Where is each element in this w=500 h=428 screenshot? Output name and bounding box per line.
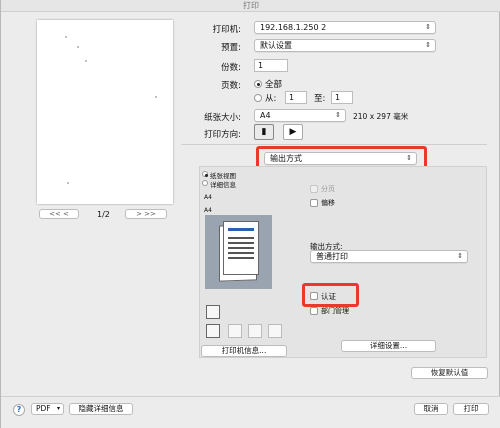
- print-button[interactable]: 打印: [453, 403, 489, 415]
- prev-page-button[interactable]: << <: [39, 209, 79, 219]
- help-icon[interactable]: ?: [13, 404, 25, 416]
- next-page-button[interactable]: > >>: [125, 209, 167, 219]
- paper-size-label: 纸张大小:: [204, 113, 241, 123]
- page-preview: [37, 20, 173, 204]
- chevron-updown-icon: ⇕: [425, 41, 431, 49]
- pages-from-input[interactable]: 1: [285, 91, 307, 104]
- details-view-radio[interactable]: [202, 180, 208, 186]
- paper-view-radio[interactable]: [202, 171, 208, 177]
- preview-mark: [65, 36, 67, 38]
- badge-icon: [268, 324, 282, 338]
- hide-details-button[interactable]: 隐藏详细信息: [69, 403, 133, 415]
- copies-label: 份数:: [221, 63, 241, 73]
- paper-size-value: A4: [260, 111, 271, 120]
- collate-checkbox[interactable]: [310, 185, 318, 193]
- chevron-updown-icon: ⇕: [335, 111, 341, 119]
- offset-label: 偏移: [321, 199, 335, 207]
- paper-size-select[interactable]: A4 ⇕: [254, 109, 346, 122]
- pages-from-label: 从:: [265, 94, 277, 104]
- preset-value: 默认设置: [260, 41, 292, 50]
- thumb-label-a4-sub: A4: [204, 207, 212, 214]
- preview-mark: [77, 46, 79, 48]
- pdf-menu-button[interactable]: PDF ▾: [31, 403, 64, 415]
- print-dialog: 打印 << < 1/2 > >> 打印机: 192.168.1.250 2 ⇕ …: [0, 0, 500, 428]
- staple-icon: [228, 324, 242, 338]
- copies-input[interactable]: 1: [254, 59, 288, 72]
- landscape-icon[interactable]: ▶: [283, 124, 303, 140]
- details-settings-button[interactable]: 详细设置...: [341, 340, 436, 352]
- orientation-label: 打印方向:: [204, 130, 241, 140]
- pages-to-input[interactable]: 1: [331, 91, 353, 104]
- dept-label: 部门管理: [321, 307, 349, 315]
- pages-all-radio[interactable]: [254, 80, 262, 88]
- page-indicator: 1/2: [97, 210, 110, 219]
- preview-mark: [67, 182, 69, 184]
- thumb-sheet-front: [223, 221, 259, 275]
- chevron-down-icon: ▾: [56, 405, 60, 412]
- chevron-updown-icon: ⇕: [425, 23, 431, 31]
- collate-label: 分页: [321, 185, 335, 193]
- divider: [181, 144, 487, 145]
- printer-info-button[interactable]: 打印机信息...: [201, 345, 287, 357]
- output-method-value: 普通打印: [316, 252, 348, 261]
- highlight-box-auth: [302, 283, 359, 307]
- printer-value: 192.168.1.250 2: [260, 23, 327, 32]
- preset-label: 预置:: [221, 43, 241, 53]
- pages-all-label: 全部: [265, 80, 283, 90]
- preset-select[interactable]: 默认设置 ⇕: [254, 39, 436, 52]
- preview-mark: [85, 60, 87, 62]
- users-icon: [248, 324, 262, 338]
- paper-thumbnail: [205, 215, 272, 289]
- pages-label: 页数:: [221, 81, 241, 91]
- pages-range-radio[interactable]: [254, 94, 262, 102]
- portrait-icon[interactable]: ▮: [254, 124, 274, 140]
- dept-checkbox[interactable]: [310, 307, 318, 315]
- pages-to-label: 至:: [314, 94, 326, 104]
- thumb-label-a4: A4: [204, 194, 212, 201]
- chevron-updown-icon: ⇕: [457, 252, 463, 260]
- printer-label: 打印机:: [212, 25, 241, 35]
- window-title: 打印: [1, 0, 500, 12]
- offset-checkbox[interactable]: [310, 199, 318, 207]
- document-icon: [206, 324, 220, 338]
- cancel-button[interactable]: 取消: [414, 403, 448, 415]
- output-tray-icon: [206, 305, 220, 319]
- restore-defaults-button[interactable]: 恢复默认值: [411, 367, 488, 379]
- output-method-select[interactable]: 普通打印 ⇕: [310, 250, 468, 263]
- printer-select[interactable]: 192.168.1.250 2 ⇕: [254, 21, 436, 34]
- pdf-label: PDF: [36, 404, 51, 413]
- preview-mark: [155, 96, 157, 98]
- paper-dimensions: 210 x 297 毫米: [353, 112, 409, 121]
- details-view-label: 详细信息: [210, 181, 236, 189]
